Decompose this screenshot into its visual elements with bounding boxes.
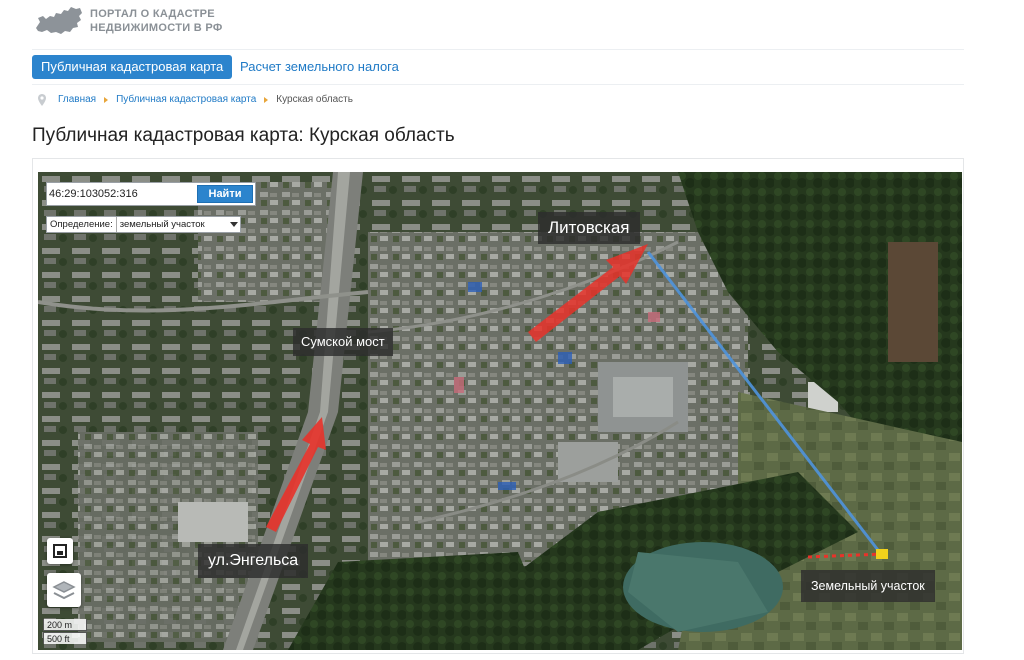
- cadastral-search-box: Найти: [46, 182, 256, 206]
- site-header: ПОРТАЛ О КАДАСТРЕ НЕДВИЖИМОСТИ В РФ: [32, 0, 964, 50]
- tab-land-tax-calculation[interactable]: Расчет земельного налога: [240, 55, 399, 79]
- map-scale: 200 m 500 ft: [43, 619, 95, 645]
- nav-divider: [32, 84, 964, 85]
- tab-public-cadastral-map[interactable]: Публичная кадастровая карта: [32, 55, 233, 79]
- fullscreen-icon: [53, 544, 67, 558]
- breadcrumb-separator-icon: [264, 97, 269, 103]
- russia-map-icon[interactable]: [34, 4, 84, 36]
- breadcrumb-current: Курская область: [276, 94, 353, 105]
- scale-imperial: 500 ft: [43, 632, 87, 644]
- breadcrumb-home-link[interactable]: Главная: [58, 93, 96, 107]
- logo-line-1: ПОРТАЛ О КАДАСТРЕ: [90, 8, 215, 20]
- layers-icon: [52, 581, 76, 600]
- satellite-map[interactable]: Найти Определение: земельный участок Лит…: [38, 172, 962, 650]
- layers-button[interactable]: [47, 573, 81, 607]
- fullscreen-button[interactable]: [47, 538, 73, 564]
- map-label-engelsa: ул.Энгельса: [198, 544, 309, 578]
- page-title: Публичная кадастровая карта: Курская обл…: [32, 125, 455, 146]
- map-frame: Найти Определение: земельный участок Лит…: [32, 158, 964, 654]
- breadcrumb-map-link[interactable]: Публичная кадастровая карта: [116, 93, 256, 107]
- breadcrumb-separator-icon: [104, 97, 109, 103]
- definition-selected-value: земельный участок: [119, 219, 205, 230]
- definition-selector: Определение: земельный участок: [46, 216, 241, 233]
- map-label-litovskaya: Литовская: [538, 212, 640, 244]
- location-pin-icon: [38, 94, 46, 106]
- search-button[interactable]: Найти: [197, 185, 253, 203]
- logo-line-2: НЕДВИЖИМОСТИ В РФ: [90, 22, 223, 34]
- definition-select[interactable]: земельный участок: [115, 217, 240, 232]
- site-logo-text[interactable]: ПОРТАЛ О КАДАСТРЕ НЕДВИЖИМОСТИ В РФ: [90, 7, 223, 35]
- map-label-land-parcel: Земельный участок: [801, 570, 935, 602]
- definition-label: Определение:: [50, 219, 113, 230]
- scale-metric: 200 m: [43, 619, 87, 631]
- chevron-down-icon: [229, 222, 238, 227]
- cadastral-number-input[interactable]: [49, 184, 197, 204]
- map-label-sumskoy-most: Сумской мост: [293, 328, 393, 356]
- breadcrumb: Главная Публичная кадастровая карта Курс…: [38, 93, 353, 107]
